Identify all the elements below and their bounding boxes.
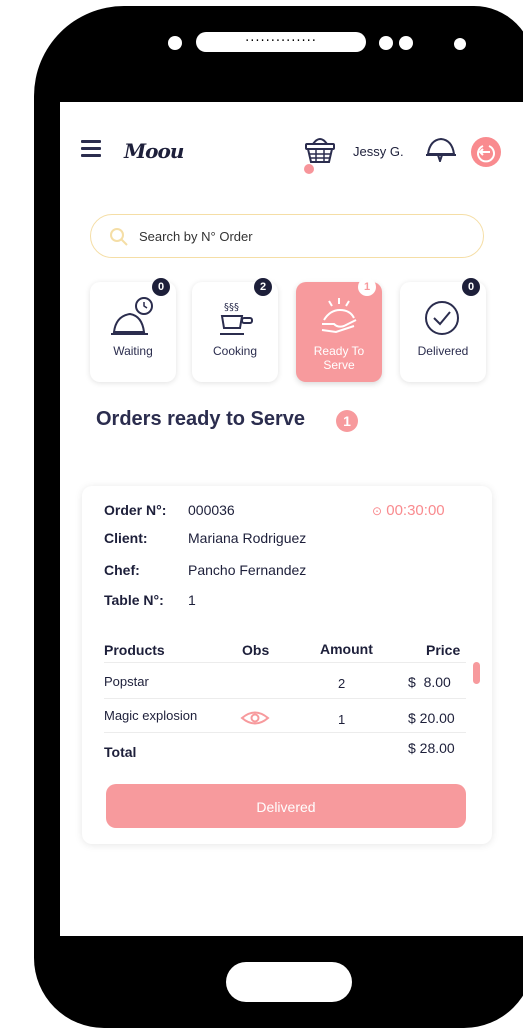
order-card: Order N°: 000036 ⊙ 00:30:00 Client: Mari… bbox=[82, 486, 492, 844]
sensor-dot bbox=[379, 36, 393, 50]
app-screen: Moou Jessy G. Search by N° Order 0 Waiti… bbox=[60, 102, 523, 936]
hamburger-menu-icon[interactable] bbox=[81, 140, 101, 157]
product-amount: 2 bbox=[338, 676, 346, 691]
eye-icon[interactable] bbox=[240, 710, 270, 726]
tab-count-badge: 2 bbox=[254, 278, 272, 296]
column-header-obs: Obs bbox=[242, 642, 270, 658]
user-name[interactable]: Jessy G. bbox=[353, 144, 404, 159]
product-amount: 1 bbox=[338, 712, 346, 727]
scrollbar-thumb[interactable] bbox=[473, 662, 480, 684]
search-bar[interactable]: Search by N° Order bbox=[90, 214, 484, 258]
tab-count-badge: 1 bbox=[358, 278, 376, 296]
basket-icon[interactable] bbox=[303, 134, 337, 166]
sensor-dot bbox=[454, 38, 466, 50]
cooking-pot-icon: §§§ bbox=[220, 302, 253, 335]
tab-count-badge: 0 bbox=[462, 278, 480, 296]
service-bell-icon[interactable] bbox=[424, 134, 458, 162]
cloche-clock-icon bbox=[111, 297, 153, 335]
speaker-grille: ·············· bbox=[196, 32, 366, 52]
delivered-button[interactable]: Delivered bbox=[106, 784, 466, 828]
tab-cooking[interactable]: §§§ 2 Cooking bbox=[192, 278, 278, 382]
basket-notification-dot bbox=[304, 164, 314, 174]
divider bbox=[104, 732, 466, 733]
order-number-label: Order N°: bbox=[104, 502, 167, 518]
check-circle-icon bbox=[425, 301, 459, 335]
product-price: $ 20.00 bbox=[408, 710, 455, 726]
logout-button[interactable] bbox=[471, 137, 501, 167]
tab-waiting[interactable]: 0 Waiting bbox=[90, 278, 176, 382]
chef-label: Chef: bbox=[104, 562, 140, 578]
tab-delivered[interactable]: 0 Delivered bbox=[400, 278, 486, 382]
clock-icon: ⊙ bbox=[372, 504, 383, 518]
table-value: 1 bbox=[188, 592, 196, 608]
column-header-amount: Amount bbox=[320, 641, 373, 657]
serving-hand-icon bbox=[321, 298, 357, 334]
product-price: $ 8.00 bbox=[408, 674, 451, 690]
search-input[interactable]: Search by N° Order bbox=[139, 229, 253, 244]
svg-text:§§§: §§§ bbox=[224, 302, 239, 313]
timer-value: 00:30:00 bbox=[386, 502, 445, 519]
tab-label: Delivered bbox=[417, 344, 469, 358]
tab-label: Ready To Serve bbox=[313, 344, 365, 372]
section-title: Orders ready to Serve bbox=[96, 408, 305, 430]
divider bbox=[104, 698, 466, 699]
product-name: Magic explosion bbox=[104, 708, 198, 723]
column-header-price: Price bbox=[426, 642, 461, 658]
home-button[interactable] bbox=[226, 962, 352, 1002]
total-label: Total bbox=[104, 744, 137, 760]
camera-dot bbox=[168, 36, 182, 50]
chef-value: Pancho Fernandez bbox=[188, 562, 307, 578]
app-logo: Moou bbox=[124, 139, 184, 163]
tab-label: Waiting bbox=[113, 344, 153, 358]
total-value: $ 28.00 bbox=[408, 740, 455, 756]
table-label: Table N°: bbox=[104, 592, 164, 608]
order-number-value: 000036 bbox=[188, 502, 235, 518]
logout-icon bbox=[477, 145, 495, 163]
search-icon bbox=[110, 228, 128, 246]
order-timer: ⊙ 00:30:00 bbox=[372, 502, 445, 519]
tab-label: Cooking bbox=[212, 344, 258, 358]
client-label: Client: bbox=[104, 530, 148, 546]
client-value: Mariana Rodriguez bbox=[188, 530, 307, 546]
section-count-badge: 1 bbox=[336, 410, 358, 432]
column-header-products: Products bbox=[104, 642, 165, 658]
tab-ready-to-serve[interactable]: 1 Ready To Serve bbox=[296, 278, 382, 382]
product-name: Popstar bbox=[104, 674, 149, 689]
tab-count-badge: 0 bbox=[152, 278, 170, 296]
divider bbox=[104, 662, 466, 663]
sensor-dot bbox=[399, 36, 413, 50]
